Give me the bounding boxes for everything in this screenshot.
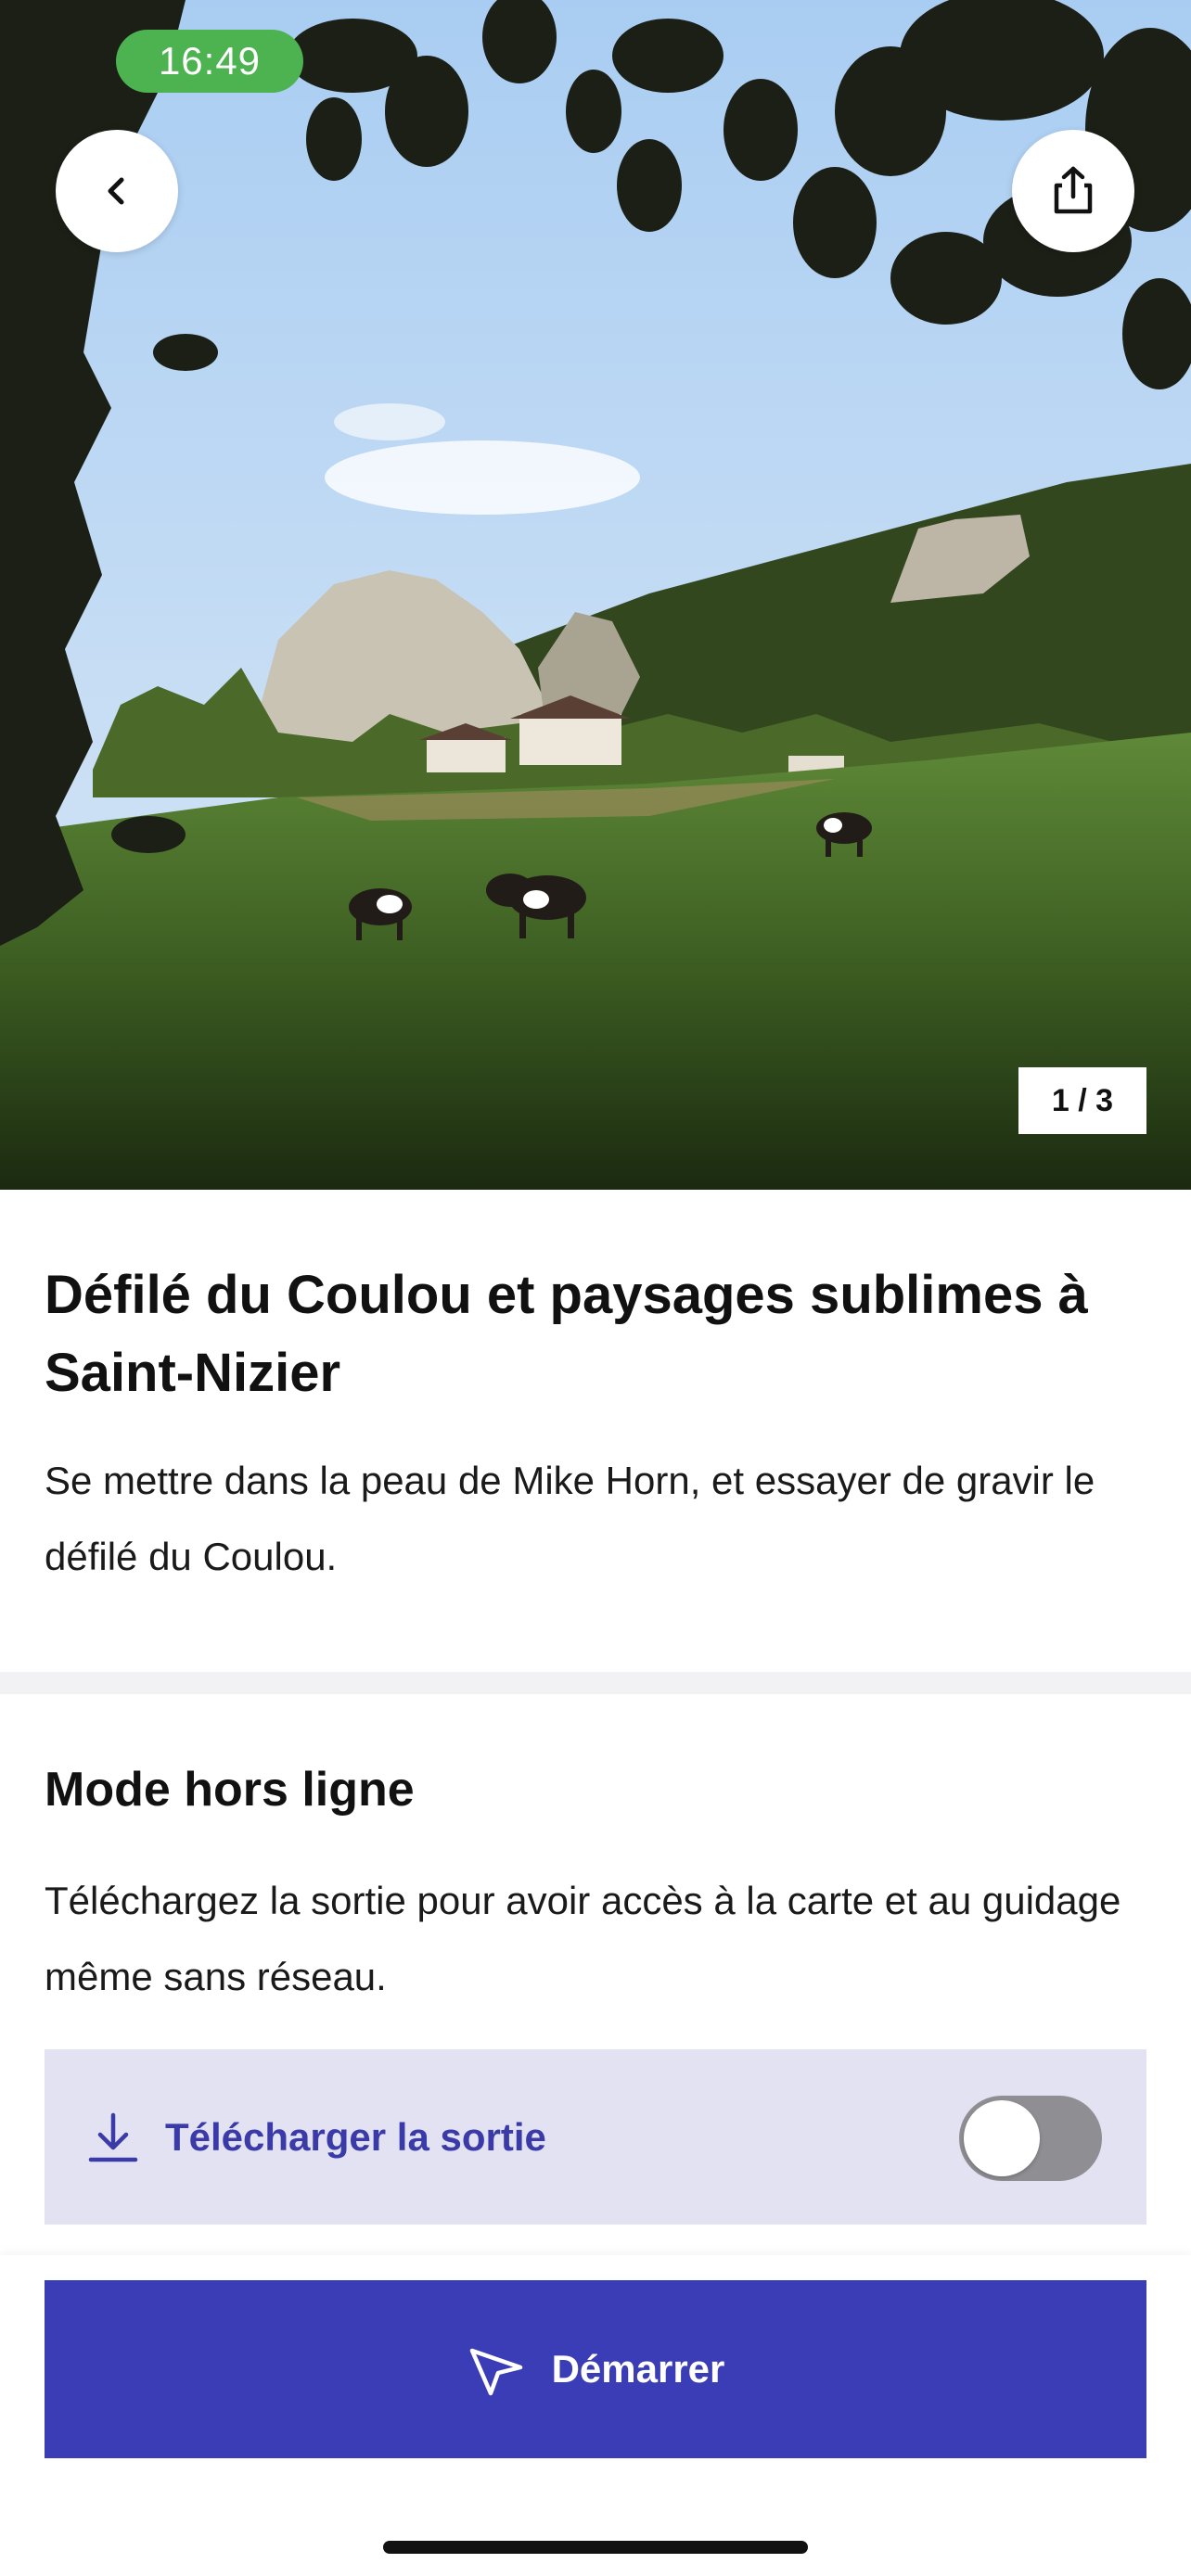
start-button-label: Démarrer xyxy=(551,2347,725,2391)
download-route-row[interactable]: Télécharger la sortie xyxy=(45,2049,1146,2225)
share-icon xyxy=(1054,166,1093,214)
bottom-action-bar: Démarrer xyxy=(0,2255,1191,2576)
offline-mode-text: Téléchargez la sortie pour avoir accès à… xyxy=(45,1879,1121,1998)
route-title: Défilé du Coulou et paysages sublimes à … xyxy=(45,1265,1088,1403)
chevron-left-icon xyxy=(108,177,124,205)
download-toggle[interactable] xyxy=(959,2096,1102,2181)
download-icon xyxy=(88,2112,138,2162)
image-counter: 1 / 3 xyxy=(1018,1067,1146,1134)
status-time: 16:49 xyxy=(116,30,303,93)
offline-mode-title: Mode hors ligne xyxy=(45,1763,415,1817)
start-button[interactable]: Démarrer xyxy=(45,2280,1146,2458)
back-button[interactable] xyxy=(56,130,178,252)
hero-image[interactable]: 16:49 1 / 3 xyxy=(0,0,1191,1190)
section-divider xyxy=(0,1672,1191,1694)
home-indicator xyxy=(383,2541,808,2554)
share-button[interactable] xyxy=(1012,130,1134,252)
route-description: Se mettre dans la peau de Mike Horn, et … xyxy=(45,1459,1095,1578)
download-route-label: Télécharger la sortie xyxy=(165,2114,546,2159)
navigation-arrow-icon xyxy=(469,2348,522,2396)
toggle-knob xyxy=(964,2100,1040,2176)
